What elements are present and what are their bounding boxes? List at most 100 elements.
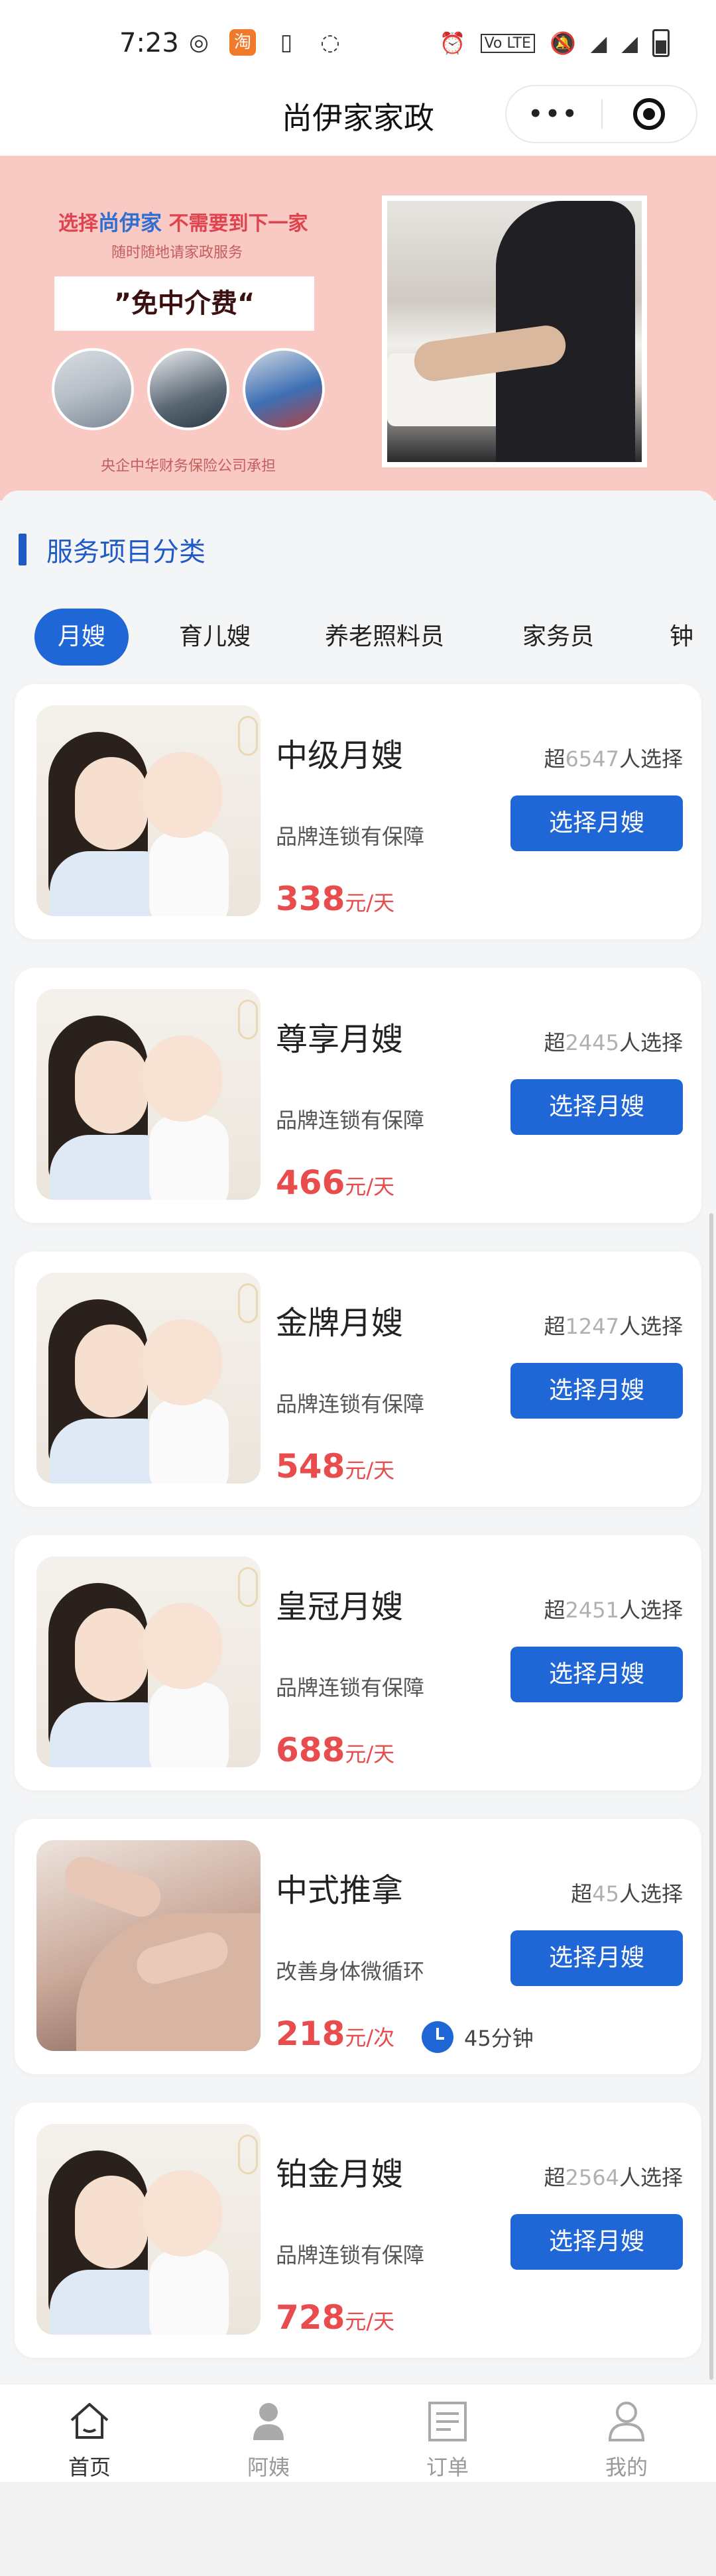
banner-headline-prefix: 选择: [58, 212, 98, 235]
close-miniprogram-button[interactable]: [603, 98, 696, 130]
nav-home[interactable]: 首页: [0, 2384, 179, 2483]
service-description: 品牌连锁有保障: [276, 1675, 425, 1700]
select-button[interactable]: 选择月嫂: [510, 1079, 683, 1135]
service-card[interactable]: 皇冠月嫂 超2451人选择 品牌连锁有保障 选择月嫂 688元/天: [15, 1535, 701, 1790]
popularity-text: 超2451人选择: [544, 1594, 683, 1624]
banner-photo-spraying: [147, 348, 229, 430]
select-button[interactable]: 选择月嫂: [510, 2214, 683, 2270]
popularity-count: 6547: [565, 746, 619, 772]
taobao-icon: 淘: [229, 29, 256, 56]
nav-label: 首页: [68, 2455, 111, 2480]
popularity-text: 超2445人选择: [544, 1026, 683, 1057]
service-price: 548元/天: [276, 1447, 394, 1486]
service-image-mother-baby: [36, 1273, 261, 1484]
bottom-nav: 首页 阿姨 订单 我的: [0, 2384, 716, 2482]
volte-icon: Vo LTE: [480, 33, 535, 53]
more-dots-icon[interactable]: •••: [507, 101, 601, 127]
service-image-massage: [36, 1840, 261, 2051]
section-title: 服务项目分类: [46, 537, 206, 567]
popularity-count: 1247: [565, 1314, 619, 1339]
popularity-text: 超2564人选择: [544, 2161, 683, 2192]
mute-icon: 🔕: [549, 30, 576, 56]
service-name: 尊享月嫂: [276, 1021, 404, 1058]
nav-label: 我的: [605, 2455, 648, 2480]
service-name: 中式推拿: [276, 1872, 404, 1909]
price-amount: 548: [276, 1447, 345, 1486]
select-button[interactable]: 选择月嫂: [510, 1363, 683, 1419]
service-card[interactable]: 尊享月嫂 超2445人选择 品牌连锁有保障 选择月嫂 466元/天: [15, 968, 701, 1223]
tab-elderly-care[interactable]: 养老照料员: [325, 609, 444, 666]
status-time: 7:23: [119, 28, 179, 58]
service-image-mother-baby: [36, 1556, 261, 1767]
price-unit: 元/天: [345, 1174, 395, 1199]
promo-banner[interactable]: 选择尚伊家 不需要到下一家 随时随地请家政服务 ”免中介费“ 央企中华财务保险公…: [0, 156, 716, 500]
sim-icon: ▯: [280, 29, 293, 56]
popularity-prefix: 超: [571, 1881, 593, 1906]
service-name: 铂金月嫂: [276, 2156, 404, 2193]
banner-slogan: ”免中介费“: [54, 276, 314, 331]
popularity-text: 超45人选择: [571, 1877, 683, 1908]
popularity-prefix: 超: [544, 1030, 566, 1055]
target-icon: [633, 98, 666, 130]
service-card[interactable]: 中级月嫂 超6547人选择 品牌连锁有保障 选择月嫂 338元/天: [15, 684, 701, 939]
service-description: 品牌连锁有保障: [276, 1108, 425, 1133]
price-amount: 466: [276, 1163, 345, 1202]
profile-icon: [608, 2402, 645, 2441]
section-accent-bar: [19, 534, 27, 565]
tab-hourly[interactable]: 钟: [670, 609, 693, 666]
popularity-text: 超1247人选择: [544, 1310, 683, 1340]
home-icon: [70, 2403, 109, 2439]
status-right-icons: ⏰ Vo LTE 🔕 ◢ ◢: [440, 29, 670, 57]
service-price: 728元/天: [276, 2298, 394, 2337]
service-price: 466元/天: [276, 1163, 394, 1202]
popularity-count: 45: [592, 1881, 619, 1906]
select-button[interactable]: 选择月嫂: [510, 1647, 683, 1702]
service-name: 金牌月嫂: [276, 1305, 404, 1342]
signal-4g-icon: ◢: [590, 30, 607, 56]
popularity-prefix: 超: [544, 2165, 566, 2190]
popularity-prefix: 超: [544, 1314, 566, 1339]
tab-yuersao[interactable]: 育儿嫂: [179, 609, 251, 666]
select-button[interactable]: 选择月嫂: [510, 795, 683, 851]
service-image-mother-baby: [36, 2124, 261, 2335]
tab-housekeeper[interactable]: 家务员: [522, 609, 594, 666]
nav-orders[interactable]: 订单: [358, 2384, 537, 2483]
popularity-prefix: 超: [544, 746, 566, 772]
popularity-suffix: 人选择: [619, 2165, 683, 2190]
banner-footer: 央企中华财务保险公司承担: [101, 458, 276, 475]
order-icon: [428, 2402, 467, 2441]
price-amount: 728: [276, 2298, 345, 2337]
service-card[interactable]: 铂金月嫂 超2564人选择 品牌连锁有保障 选择月嫂 728元/天: [15, 2103, 701, 2358]
nav-label: 订单: [426, 2455, 469, 2480]
price-unit: 元/天: [345, 2309, 395, 2334]
scrollbar[interactable]: [709, 1213, 713, 2380]
service-description: 品牌连锁有保障: [276, 824, 425, 849]
price-amount: 218: [276, 2015, 345, 2053]
service-price: 338元/天: [276, 880, 394, 918]
select-button[interactable]: 选择月嫂: [510, 1930, 683, 1986]
service-description: 改善身体微循环: [276, 1959, 425, 1984]
nav-nanny[interactable]: 阿姨: [179, 2384, 358, 2483]
popularity-suffix: 人选择: [619, 1598, 683, 1623]
popularity-suffix: 人选择: [619, 746, 683, 772]
service-card[interactable]: 金牌月嫂 超1247人选择 品牌连锁有保障 选择月嫂 548元/天: [15, 1252, 701, 1507]
service-price: 688元/天: [276, 1731, 394, 1769]
weibo-icon: ◎: [189, 29, 209, 56]
service-card[interactable]: 中式推拿 超45人选择 改善身体微循环 选择月嫂 218元/次 45分钟: [15, 1819, 701, 2074]
banner-headline-suffix: 不需要到下一家: [168, 212, 308, 235]
service-description: 品牌连锁有保障: [276, 1391, 425, 1417]
nav-profile[interactable]: 我的: [537, 2384, 716, 2483]
price-amount: 338: [276, 880, 345, 918]
price-unit: 元/天: [345, 890, 395, 915]
service-name: 中级月嫂: [276, 737, 404, 774]
banner-subtitle: 随时随地请家政服务: [111, 245, 243, 261]
duration-text: 45分钟: [464, 2026, 534, 2051]
status-left-icons: ◎ 淘 ▯ ◌: [186, 29, 343, 56]
nav-label: 阿姨: [247, 2455, 290, 2480]
price-amount: 688: [276, 1731, 345, 1769]
popularity-suffix: 人选择: [619, 1314, 683, 1339]
popularity-suffix: 人选择: [619, 1030, 683, 1055]
chat-icon: ◌: [320, 29, 340, 56]
tab-yuesao[interactable]: 月嫂: [34, 609, 129, 666]
popularity-count: 2451: [565, 1598, 619, 1623]
